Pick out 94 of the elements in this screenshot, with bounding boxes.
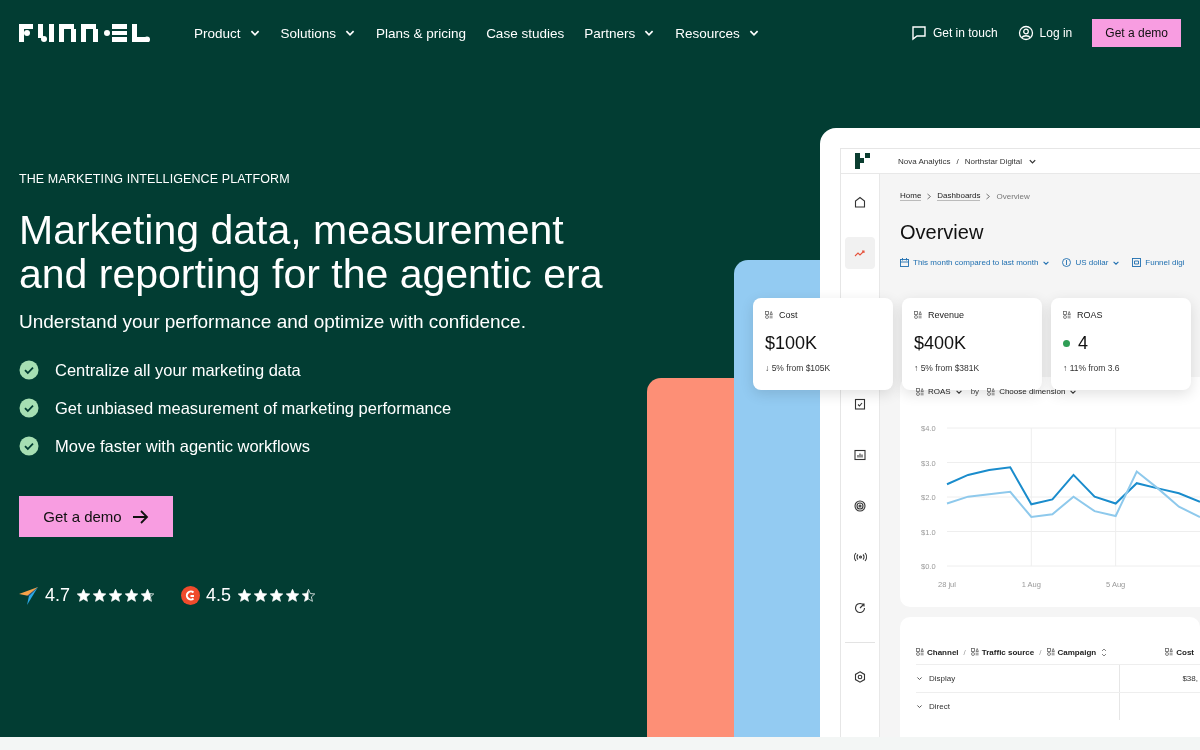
rating-badge-icon: [181, 586, 201, 605]
dimension-icon: [987, 387, 996, 396]
kpi-change: ↑ 5% from $381K: [914, 363, 981, 373]
get-demo-button[interactable]: Get a demo: [1092, 19, 1181, 47]
breadcrumb-link[interactable]: Home: [900, 191, 922, 201]
check-icon: [19, 436, 39, 456]
dimension-icon: [916, 648, 924, 656]
dimension-icon: [1046, 648, 1055, 656]
panel-icon: [1132, 258, 1142, 267]
funnel-logo[interactable]: [19, 24, 150, 42]
column-header[interactable]: Traffic source: [970, 647, 1035, 657]
dimension-icon: [970, 648, 979, 656]
broadcast-icon[interactable]: [853, 551, 867, 563]
dimension-icon: [1165, 648, 1174, 656]
hero-title: Marketing data, measurement and reporting for the agentic era: [19, 208, 604, 296]
nav-link[interactable]: Partners: [584, 25, 656, 41]
eyebrow-text: THE MARKETING INTELLIGENCE PLATFORM: [19, 172, 291, 186]
star-icon: [269, 588, 285, 603]
row-label[interactable]: Direct: [916, 702, 1119, 711]
filter-dropdown[interactable]: This month compared to last month: [900, 258, 1051, 267]
paper-plane-icon: [19, 586, 39, 605]
column-separator: /: [1039, 647, 1042, 657]
check-icon: [19, 360, 39, 380]
star-icon: [237, 588, 253, 603]
user-icon: [1017, 25, 1034, 41]
benefit-text: Get unbiased measurement of marketing performance: [55, 398, 452, 418]
home-icon[interactable]: [854, 196, 866, 208]
table-cell: $38,: [1119, 665, 1200, 692]
star-icon: [301, 588, 317, 603]
dimension-dropdown[interactable]: Choose dimension: [987, 387, 1078, 396]
workspace-name[interactable]: Nova Analytics: [898, 156, 951, 166]
star-icon: [76, 588, 92, 603]
star-icon: [140, 588, 156, 603]
breadcrumb-link[interactable]: Overview: [996, 191, 1030, 201]
by-label: by: [970, 387, 980, 396]
kpi-label: ROAS: [1063, 310, 1179, 320]
check-icon: [19, 398, 39, 418]
breadcrumb-link[interactable]: Dashboards: [937, 191, 981, 201]
star-icon: [108, 588, 124, 603]
filter-dropdown[interactable]: Funnel digi: [1132, 258, 1185, 267]
chevron-right-icon: [985, 192, 992, 200]
get-demo-button[interactable]: Get a demo: [19, 496, 173, 537]
chevron-down-icon: [916, 675, 923, 682]
row-label[interactable]: Display: [916, 674, 1119, 683]
rating-score: 4.7: [45, 585, 71, 606]
kpi-value: $400K: [914, 333, 967, 354]
filter-dropdown[interactable]: US dollar: [1062, 258, 1121, 267]
nav-action-link[interactable]: Log in: [1017, 25, 1073, 41]
dimension-icon: [916, 387, 924, 396]
star-icon: [253, 588, 269, 603]
coin-icon: [1062, 258, 1072, 267]
trend-icon[interactable]: [854, 247, 866, 259]
account-name[interactable]: Northstar Digital: [964, 156, 1023, 166]
bar-chart-icon[interactable]: [854, 449, 866, 461]
path-separator: /: [956, 156, 959, 166]
chat-icon: [910, 25, 927, 41]
metric-dropdown[interactable]: ROAS: [916, 387, 963, 396]
column-separator: /: [963, 647, 966, 657]
dimension-icon: [1063, 311, 1071, 319]
hero-subtitle: Understand your performance and optimize with confidence.: [19, 311, 527, 333]
kpi-change: ↓ 5% from $105K: [765, 363, 832, 373]
target-icon[interactable]: [854, 500, 866, 512]
column-header[interactable]: Cost: [1165, 647, 1194, 657]
chevron-right-icon: [926, 192, 933, 200]
nav-link[interactable]: Plans & pricing: [376, 25, 467, 41]
kpi-value: 4: [1078, 333, 1088, 354]
column-header[interactable]: Channel: [916, 647, 959, 657]
nav-action-link[interactable]: Get in touch: [910, 25, 998, 41]
kpi-value: $100K: [765, 333, 818, 354]
star-icon: [285, 588, 301, 603]
column-header[interactable]: Campaign: [1046, 647, 1097, 657]
nav-link[interactable]: Resources: [675, 25, 760, 41]
star-icon: [124, 588, 140, 603]
kpi-label: Cost: [765, 310, 881, 320]
dimension-icon: [765, 311, 773, 319]
nav-link[interactable]: Solutions: [280, 25, 357, 41]
kpi-label: Revenue: [914, 310, 1030, 320]
app-logo-icon: [855, 153, 870, 169]
dimension-icon: [914, 311, 922, 319]
kpi-change: ↑ 11% from 3.6: [1063, 363, 1121, 373]
nav-link[interactable]: Case studies: [486, 25, 565, 41]
star-icon: [92, 588, 108, 603]
settings-icon[interactable]: [854, 671, 866, 683]
calendar-icon: [900, 258, 909, 267]
chevron-down-icon: [916, 703, 923, 710]
benefit-text: Centralize all your marketing data: [55, 360, 301, 380]
sort-icon[interactable]: [1101, 647, 1108, 657]
arrow-right-icon: [131, 509, 149, 524]
page-title: Overview: [900, 221, 985, 244]
rating-score: 4.5: [206, 585, 232, 606]
checklist-icon[interactable]: [854, 398, 866, 410]
benefit-text: Move faster with agentic workflows: [55, 436, 310, 456]
nav-link[interactable]: Product: [194, 25, 261, 41]
refresh-icon[interactable]: [854, 602, 866, 614]
